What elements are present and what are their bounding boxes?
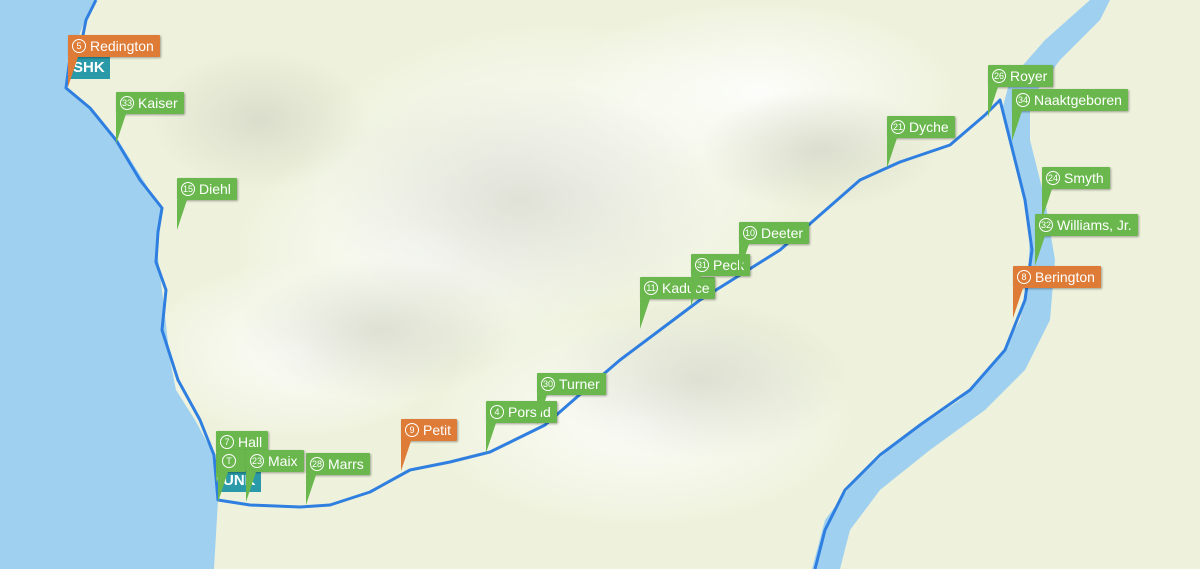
marker-t[interactable]: T bbox=[218, 450, 246, 502]
marker-name: Marrs bbox=[328, 456, 364, 472]
marker-deeter[interactable]: 10 Deeter bbox=[739, 222, 810, 274]
marker-number: 4 bbox=[490, 405, 504, 419]
marker-smyth[interactable]: 24 Smyth bbox=[1042, 167, 1110, 219]
marker-name: Dyche bbox=[909, 119, 949, 135]
marker-number: 33 bbox=[120, 96, 134, 110]
marker-petit[interactable]: 9 Petit bbox=[401, 419, 458, 471]
marker-number: 7 bbox=[220, 435, 234, 449]
marker-naaktgeboren[interactable]: 34 Naaktgeboren bbox=[1012, 89, 1128, 141]
marker-number: 26 bbox=[992, 69, 1006, 83]
marker-number: 8 bbox=[1017, 270, 1031, 284]
marker-number: 28 bbox=[310, 457, 324, 471]
marker-number: 30 bbox=[541, 377, 555, 391]
marker-kaduce[interactable]: 11 Kaduce bbox=[640, 277, 716, 329]
marker-name: Kaduce bbox=[662, 280, 710, 296]
marker-redington[interactable]: 5 Redington bbox=[68, 35, 160, 87]
marker-name: Berington bbox=[1035, 269, 1095, 285]
marker-turner[interactable]: 30 Turner bbox=[537, 373, 606, 425]
marker-name: Turner bbox=[559, 376, 600, 392]
marker-name: Royer bbox=[1010, 68, 1048, 84]
marker-number: 10 bbox=[743, 226, 757, 240]
marker-name: Smyth bbox=[1064, 170, 1104, 186]
marker-marrs[interactable]: 28 Marrs bbox=[306, 453, 370, 505]
marker-kaiser[interactable]: 33 Kaiser bbox=[116, 92, 184, 144]
marker-number: 31 bbox=[695, 258, 709, 272]
marker-maix[interactable]: 23 Maix bbox=[246, 450, 304, 502]
marker-number: 11 bbox=[644, 281, 658, 295]
marker-name: Redington bbox=[90, 38, 154, 54]
marker-name: Hall bbox=[238, 434, 263, 450]
marker-royer[interactable]: 26 Royer bbox=[988, 65, 1054, 117]
marker-number: 21 bbox=[891, 120, 905, 134]
marker-name: Deeter bbox=[761, 225, 804, 241]
marker-number: T bbox=[222, 454, 236, 468]
marker-name: Williams, Jr. bbox=[1057, 217, 1132, 233]
marker-name: Naaktgeboren bbox=[1034, 92, 1122, 108]
marker-number: 5 bbox=[72, 39, 86, 53]
marker-diehl[interactable]: 15 Diehl bbox=[177, 178, 237, 230]
marker-williams-jr[interactable]: 32 Williams, Jr. bbox=[1035, 214, 1138, 266]
marker-name: Petit bbox=[423, 422, 452, 438]
marker-number: 23 bbox=[250, 454, 264, 468]
marker-dyche[interactable]: 21 Dyche bbox=[887, 116, 955, 168]
marker-number: 34 bbox=[1016, 93, 1030, 107]
marker-number: 9 bbox=[405, 423, 419, 437]
marker-name: Maix bbox=[268, 453, 298, 469]
marker-number: 15 bbox=[181, 182, 195, 196]
marker-berington[interactable]: 8 Berington bbox=[1013, 266, 1101, 318]
map-canvas[interactable]: SHK UNK 5 Redington 33 Kaiser 15 Diehl 7… bbox=[0, 0, 1200, 569]
marker-name: Diehl bbox=[199, 181, 231, 197]
marker-number: 32 bbox=[1039, 218, 1053, 232]
marker-number: 24 bbox=[1046, 171, 1060, 185]
marker-name: Kaiser bbox=[138, 95, 178, 111]
